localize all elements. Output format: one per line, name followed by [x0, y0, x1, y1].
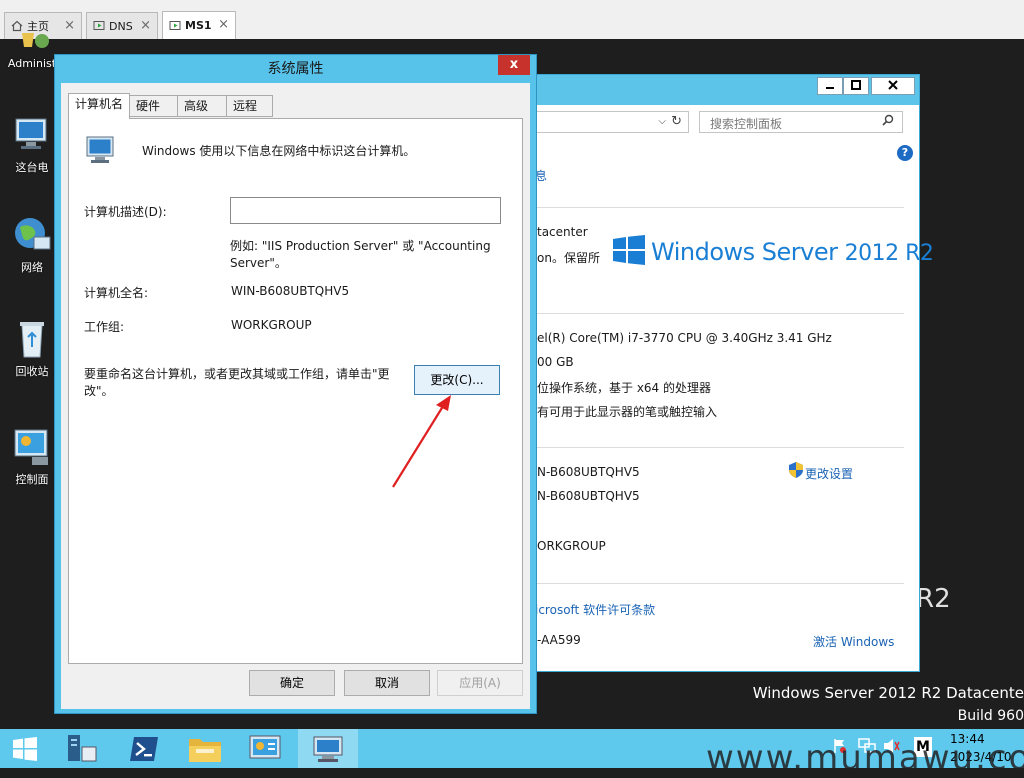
product-id-value: -AA599	[537, 633, 581, 647]
red-arrow-annotation	[389, 391, 459, 494]
cancel-button[interactable]: 取消	[344, 670, 430, 696]
tab-remote[interactable]: 远程	[226, 95, 273, 117]
tab-hardware[interactable]: 硬件	[129, 95, 178, 117]
desktop-icon-administrator[interactable]: Administ	[6, 33, 58, 70]
start-icon	[13, 737, 37, 761]
file-explorer-icon	[189, 739, 221, 762]
workgroup-value: ORKGROUP	[537, 539, 606, 553]
processor-value: el(R) Core(TM) i7-3770 CPU @ 3.40GHz 3.4…	[537, 331, 832, 345]
system-properties-icon	[313, 736, 343, 762]
full-name-label: 计算机全名:	[84, 286, 149, 300]
windows-server-logo: Windows Server 2012 R2	[651, 238, 934, 266]
user-folder-icon	[12, 33, 52, 53]
close-icon[interactable]: ×	[140, 18, 151, 33]
control-panel-icon	[249, 735, 281, 759]
computer-name-value: N-B608UBTQHV5	[537, 465, 640, 479]
tab-ms1[interactable]: MS1 ×	[162, 11, 236, 39]
tab-label: DNS	[109, 19, 133, 33]
dialog-body: 计算机名 硬件 高级 远程 Windows 使用以下信息在网络中标识这台计算机。…	[61, 83, 530, 709]
os-watermark-fragment: R2	[916, 584, 951, 614]
server-manager-icon	[68, 735, 97, 762]
copyright-text: on。保留所	[537, 251, 600, 265]
chevron-down-icon[interactable]: ⌵	[658, 116, 666, 127]
system-type-value: 位操作系统，基于 x64 的处理器	[537, 381, 712, 395]
logo-version: 2012 R2	[844, 241, 934, 266]
ok-button[interactable]: 确定	[249, 670, 335, 696]
logo-text: Windows Server	[651, 238, 838, 266]
license-terms-link[interactable]: icrosoft 软件许可条款	[535, 601, 655, 618]
taskbar-powershell[interactable]	[116, 729, 176, 768]
system-properties-dialog[interactable]: 系统属性 x 计算机名 硬件 高级 远程 Windows 使用以下信息在网络中标…	[54, 54, 537, 714]
network-icon	[12, 215, 52, 255]
intro-text: Windows 使用以下信息在网络中标识这台计算机。	[142, 144, 416, 158]
control-panel-icon	[12, 427, 52, 467]
vm-icon	[169, 20, 181, 32]
full-name-value: N-B608UBTQHV5	[537, 489, 640, 503]
change-settings-link[interactable]: 更改设置	[805, 465, 853, 482]
desktop-icon-label: 回收站	[15, 365, 49, 378]
search-icon[interactable]	[882, 114, 894, 129]
help-icon[interactable]: ?	[897, 145, 913, 161]
search-input[interactable]: 搜索控制面板	[699, 111, 903, 133]
activate-windows-link[interactable]: 激活 Windows	[813, 633, 894, 650]
apply-button[interactable]: 应用(A)	[437, 670, 523, 696]
desktop-icon-label: 控制面	[15, 473, 49, 486]
taskbar-control-panel[interactable]	[236, 729, 296, 768]
desktop-icon-label: 网络	[21, 261, 43, 274]
home-icon	[11, 20, 23, 32]
pen-touch-value: 有可用于此显示器的笔或触控输入	[537, 405, 718, 419]
tab-label: MS1	[185, 19, 212, 32]
full-name-value: WIN-B608UBTQHV5	[231, 284, 350, 298]
rename-instruction-line1: 要重命名这台计算机，或者更改其域或工作组，请单击"更	[84, 367, 390, 381]
desktop-icon-control-panel[interactable]: 控制面	[6, 427, 58, 487]
example-text-line2: Server"。	[230, 256, 287, 270]
vm-tab-strip: 主页 × DNS × MS1 ×	[0, 0, 1024, 40]
taskbar-file-explorer[interactable]	[176, 729, 236, 768]
uac-shield-icon	[789, 462, 803, 481]
control-panel-window[interactable]: ⌵ ↻ 搜索控制面板 ? 息 tacenter on。保留所 Windows S…	[526, 74, 934, 672]
desktop-icon-label: 这台电	[15, 161, 49, 174]
tab-dns[interactable]: DNS ×	[86, 12, 158, 39]
control-panel-content: ⌵ ↻ 搜索控制面板 ? 息 tacenter on。保留所 Windows S…	[535, 105, 934, 671]
close-icon[interactable]: ×	[64, 18, 75, 33]
window-close-button[interactable]	[871, 77, 915, 95]
search-placeholder: 搜索控制面板	[710, 117, 783, 131]
taskbar-system-properties[interactable]	[298, 729, 358, 768]
maximize-button[interactable]	[843, 77, 869, 95]
powershell-icon	[130, 737, 158, 761]
dialog-close-button[interactable]: x	[498, 55, 530, 75]
desktop-icon-this-pc[interactable]: 这台电	[6, 115, 58, 175]
site-watermark: www.mumawu.com	[706, 738, 1024, 778]
tab-label: 主页	[27, 20, 49, 33]
recycle-bin-icon	[12, 319, 52, 359]
close-icon[interactable]: ×	[218, 17, 229, 32]
desktop-icon-recycle-bin[interactable]: 回收站	[6, 319, 58, 379]
computer-description-input[interactable]	[230, 197, 501, 224]
rename-instruction-line2: 改"。	[84, 384, 114, 398]
tab-computer-name[interactable]: 计算机名	[68, 93, 130, 119]
tab-advanced[interactable]: 高级	[177, 95, 227, 117]
os-build-label: Build 960	[957, 708, 1024, 724]
workgroup-label: 工作组:	[84, 320, 125, 334]
edition-text: tacenter	[537, 225, 588, 239]
workgroup-value: WORKGROUP	[231, 318, 312, 332]
computer-icon	[12, 115, 52, 155]
vm-icon	[93, 20, 105, 32]
desktop-icon-label: Administ	[7, 57, 57, 70]
close-icon: x	[509, 57, 519, 72]
memory-value: 00 GB	[537, 355, 574, 369]
computer-icon	[83, 135, 117, 170]
example-text-line1: 例如: "IIS Production Server" 或 "Accountin…	[230, 239, 491, 253]
refresh-icon[interactable]: ↻	[671, 114, 682, 129]
desktop-icon-network[interactable]: 网络	[6, 215, 58, 275]
windows-logo-icon	[613, 235, 647, 267]
start-button[interactable]	[0, 729, 60, 768]
address-bar[interactable]: ⌵ ↻	[535, 111, 689, 133]
dialog-title: 系统属性	[267, 61, 324, 77]
minimize-button[interactable]	[817, 77, 843, 95]
computer-name-panel: Windows 使用以下信息在网络中标识这台计算机。 计算机描述(D): 例如:…	[68, 118, 523, 664]
os-edition-label: Windows Server 2012 R2 Datacente	[752, 684, 1024, 702]
description-label: 计算机描述(D):	[84, 205, 167, 219]
taskbar-server-manager[interactable]	[56, 729, 116, 768]
